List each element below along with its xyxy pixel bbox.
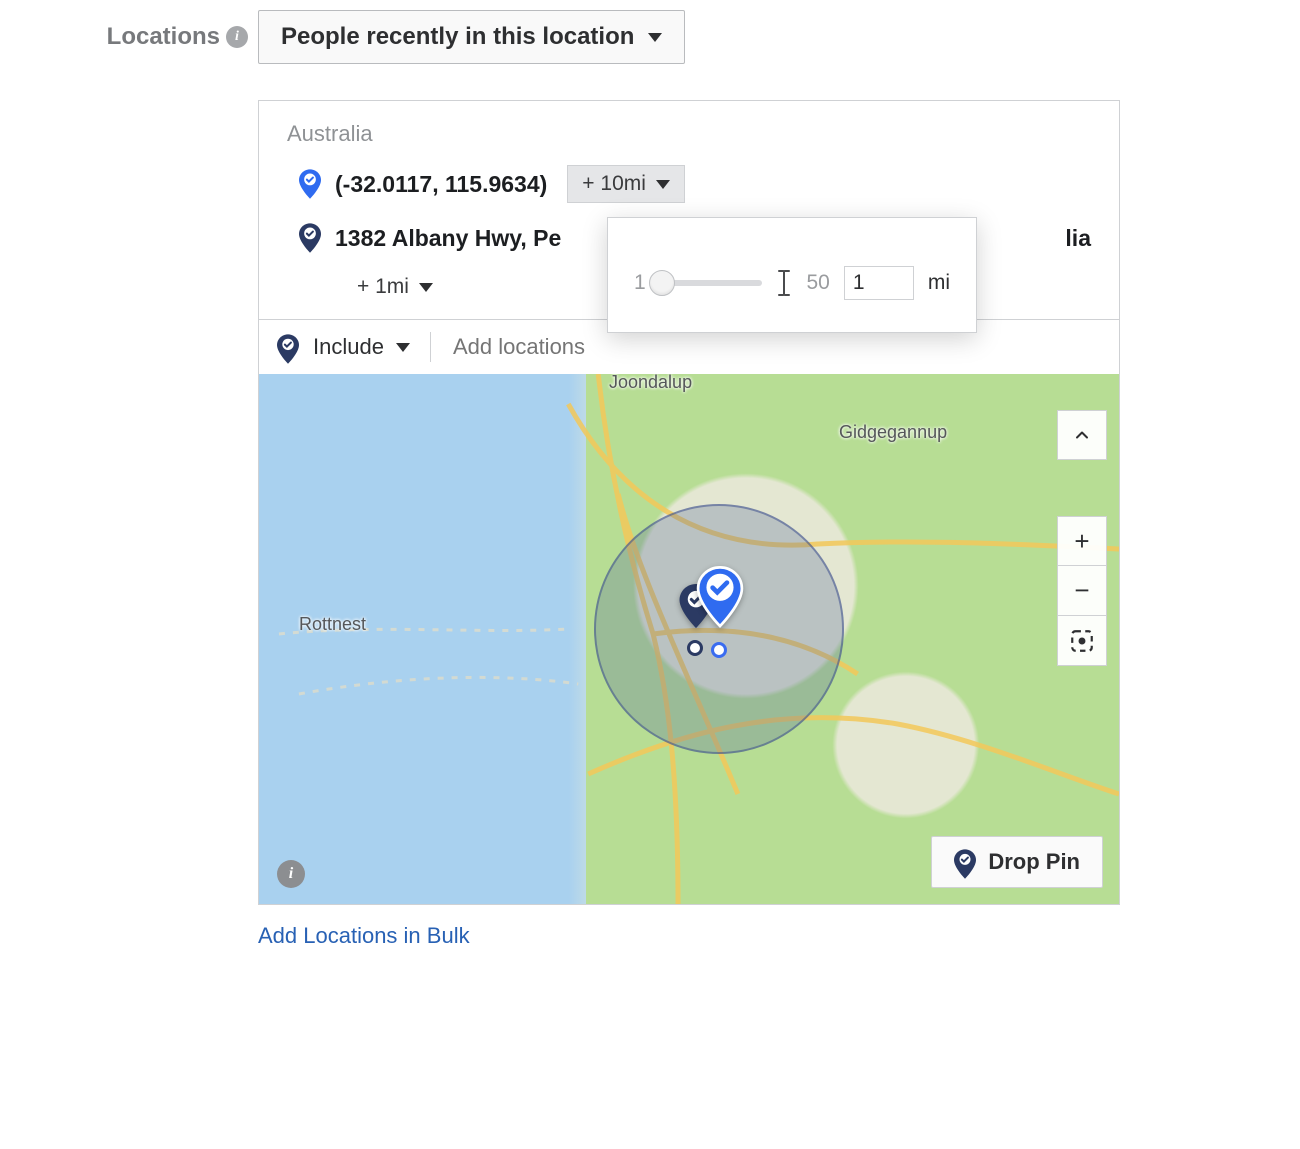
- map-city-label: Gidgegannup: [839, 422, 947, 443]
- map-pin-anchor-dot: [687, 640, 703, 656]
- text-cursor-icon: [776, 269, 792, 297]
- radius-label: + 1mi: [357, 275, 409, 299]
- map-radius-circle: [594, 504, 844, 754]
- section-label-group: Locations i: [0, 10, 258, 64]
- add-locations-bulk-link[interactable]: Add Locations in Bulk: [258, 923, 1300, 949]
- slider-min: 1: [634, 271, 646, 295]
- include-mode-dropdown[interactable]: Include: [313, 334, 410, 360]
- map-pin-icon: [277, 334, 299, 360]
- location-name: (-32.0117, 115.9634): [335, 171, 547, 198]
- radius-label: + 10mi: [582, 172, 646, 196]
- zoom-in-button[interactable]: +: [1057, 516, 1107, 566]
- location-name: 1382 Albany Hwy, Pe: [335, 225, 561, 252]
- map-location-pin-selected[interactable]: [695, 566, 745, 628]
- radius-slider[interactable]: [660, 280, 763, 286]
- map-city-label: Joondalup: [609, 374, 692, 393]
- add-locations-input[interactable]: [451, 333, 1101, 361]
- chevron-down-icon: [396, 343, 410, 352]
- radius-unit: mi: [928, 271, 950, 295]
- drop-pin-label: Drop Pin: [988, 849, 1080, 875]
- map-collapse-button[interactable]: [1057, 410, 1107, 460]
- drop-pin-button[interactable]: Drop Pin: [931, 836, 1103, 888]
- locate-button[interactable]: [1057, 616, 1107, 666]
- map-pin-icon: [299, 223, 321, 253]
- chevron-down-icon: [648, 33, 662, 42]
- map-pin-anchor-dot: [711, 642, 727, 658]
- map-info-icon[interactable]: i: [277, 860, 305, 888]
- radius-popover: 1 50 mi: [607, 217, 977, 333]
- include-mode-label: Include: [313, 334, 384, 360]
- audience-location-dropdown[interactable]: People recently in this location: [258, 10, 685, 64]
- country-group-label: Australia: [259, 101, 1119, 155]
- section-label: Locations: [107, 23, 220, 51]
- location-name-truncated-tail: lia: [1065, 225, 1091, 252]
- slider-thumb[interactable]: [649, 270, 675, 296]
- map-controls: [1057, 410, 1107, 460]
- chevron-down-icon: [419, 283, 433, 292]
- map-city-label: Rottnest: [299, 614, 366, 635]
- radius-dropdown[interactable]: + 1mi: [343, 269, 447, 305]
- chevron-down-icon: [656, 180, 670, 189]
- audience-location-selected: People recently in this location: [281, 23, 634, 51]
- radius-dropdown[interactable]: + 10mi: [567, 165, 685, 203]
- locations-panel: Australia (-32.0117, 115.9634) + 10mi: [258, 100, 1120, 905]
- map[interactable]: Joondalup Gidgegannup Rottnest: [259, 374, 1119, 904]
- radius-input[interactable]: [844, 266, 914, 300]
- divider: [430, 332, 431, 362]
- info-icon[interactable]: i: [226, 26, 248, 48]
- map-pin-icon: [299, 169, 321, 199]
- location-row[interactable]: (-32.0117, 115.9634) + 10mi: [259, 155, 1119, 213]
- zoom-out-button[interactable]: −: [1057, 566, 1107, 616]
- map-pin-icon: [954, 849, 976, 875]
- map-zoom-controls: + −: [1057, 516, 1107, 666]
- slider-max: 50: [806, 271, 829, 295]
